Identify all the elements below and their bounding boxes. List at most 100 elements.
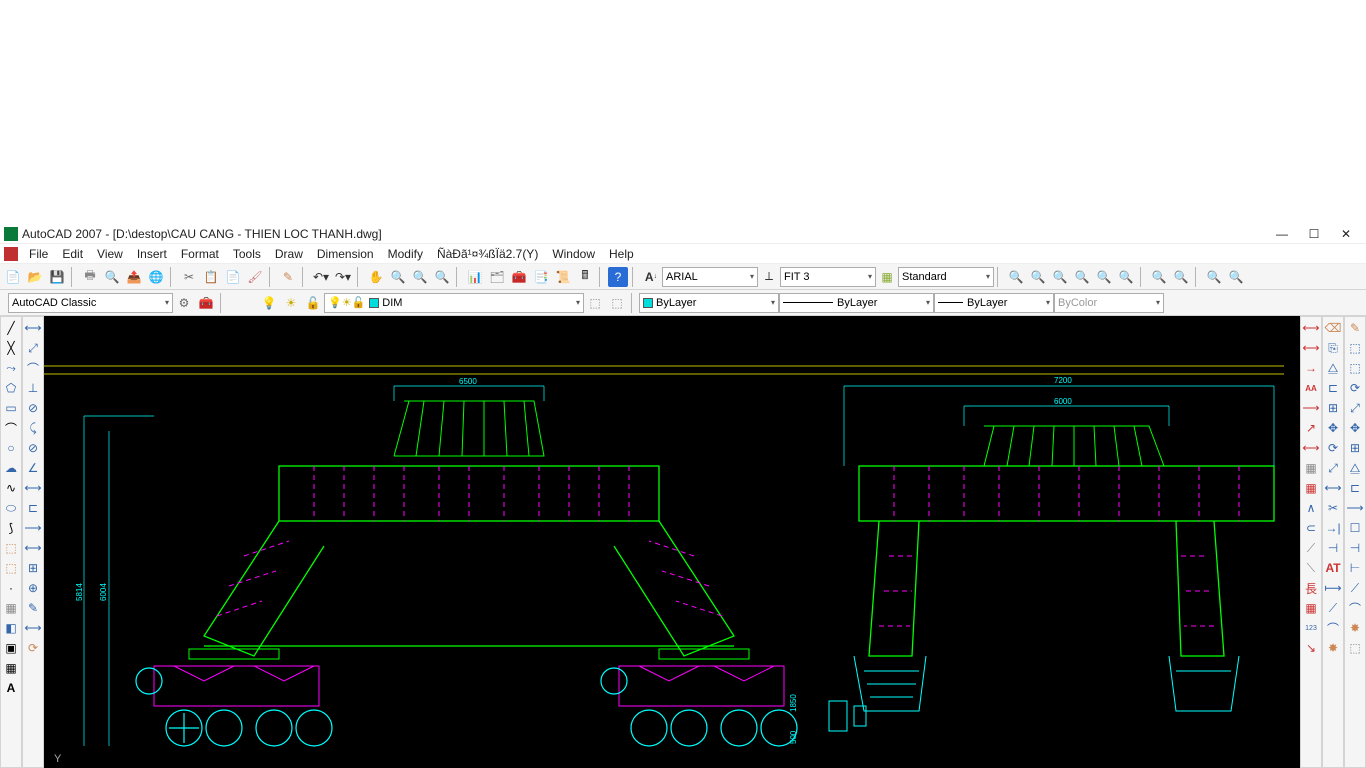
dimspace-button[interactable]: ⟷ [24,539,42,557]
preview-button[interactable]: 🔍 [102,267,122,287]
dimstyle-dropdown[interactable]: FIT 3 ▾ [780,267,876,287]
dimstyle-icon[interactable]: ⟂ [759,267,779,287]
insert-button[interactable]: ⬚ [2,539,20,557]
textstyle-icon[interactable]: A↓ [641,267,661,287]
m3-16[interactable]: ✸ [1346,619,1364,637]
m3-4[interactable]: ⟳ [1346,379,1364,397]
block-button[interactable]: ⬚ [2,559,20,577]
copy-button[interactable]: 📋 [201,267,221,287]
dim10-button[interactable]: ⟋ [1302,539,1320,557]
break-button[interactable]: ⊣ [1324,539,1342,557]
pan-button[interactable]: ✋ [366,267,386,287]
tablestyle-dropdown[interactable]: Standard ▾ [898,267,994,287]
help-button[interactable]: ? [608,267,628,287]
matchprop-button[interactable]: 🖌 [245,267,265,287]
dimh3-button[interactable]: → [1302,359,1320,377]
linetype-dropdown[interactable]: ByLayer ▾ [779,293,934,313]
tp-button[interactable]: 🧰 [509,267,529,287]
ellipse-button[interactable]: ⬭ [2,499,20,517]
point-button[interactable]: · [2,579,20,597]
save-button[interactable]: 💾 [47,267,67,287]
layer-lock-icon[interactable]: 🔓 [303,293,323,313]
extend-button[interactable]: →| [1324,519,1342,537]
mtext-button[interactable]: A [2,679,20,697]
pline-button[interactable]: ⤳ [2,359,20,377]
layermgr-button[interactable]: ⬚ [607,293,627,313]
dimedit-button[interactable]: ✎ [24,599,42,617]
plot-button[interactable]: 🖶 [80,267,100,287]
dimbase-button[interactable]: ⊏ [24,499,42,517]
dim6-button[interactable]: ↗ [1302,419,1320,437]
dim14-button[interactable]: ↘ [1302,639,1320,657]
line-button[interactable]: ╱ [2,319,20,337]
open-button[interactable]: 📂 [25,267,45,287]
markup-button[interactable]: 📜 [553,267,573,287]
centermark-button[interactable]: ⊕ [24,579,42,597]
zoomin-button[interactable]: 🔍 [1149,267,1169,287]
color-dropdown[interactable]: ByLayer ▾ [639,293,779,313]
zoomwin-button[interactable]: 🔍 [410,267,430,287]
m3-9[interactable]: ⊏ [1346,479,1364,497]
zoom2-button[interactable]: 🔍 [1028,267,1048,287]
menu-tools[interactable]: Tools [226,247,268,261]
gradient-button[interactable]: ◧ [2,619,20,637]
join-button[interactable]: ⟼ [1324,579,1342,597]
at-button[interactable]: AT [1324,559,1342,577]
menu-extra[interactable]: ÑàĐã¹¤¾ßÏä2.7(Y) [430,247,545,261]
dim13-button[interactable]: ▦ [1302,599,1320,617]
explode-button[interactable]: ✸ [1324,639,1342,657]
menu-draw[interactable]: Draw [268,247,310,261]
hatch-button[interactable]: ▦ [2,599,20,617]
m3-10[interactable]: ⟶ [1346,499,1364,517]
drawing-canvas[interactable]: 6500 7200 6000 5814 6004 1850 500 Y [44,316,1300,768]
cut-button[interactable]: ✂ [179,267,199,287]
layer-bulb-icon[interactable]: 💡 [259,293,279,313]
spline-button[interactable]: ∿ [2,479,20,497]
circle-button[interactable]: ○ [2,439,20,457]
m3-12[interactable]: ⊣ [1346,539,1364,557]
menu-format[interactable]: Format [174,247,226,261]
m3-3[interactable]: ⬚ [1346,359,1364,377]
dimaligned-button[interactable]: ⤢ [24,339,42,357]
stretch-button[interactable]: ⟷ [1324,479,1342,497]
menu-dimension[interactable]: Dimension [310,247,381,261]
paste-button[interactable]: 📄 [223,267,243,287]
chamfer-button[interactable]: ⟋ [1324,599,1342,617]
dimjog-button[interactable]: ⤹ [24,419,42,437]
lineweight-dropdown[interactable]: ByLayer ▾ [934,293,1054,313]
zoomall-button[interactable]: 🔍 [1226,267,1246,287]
zoomrt-button[interactable]: 🔍 [388,267,408,287]
calc-button[interactable]: 🖩 [575,267,595,287]
dimarclen-button[interactable]: ⌒ [24,359,42,377]
publish-button[interactable]: 📤 [124,267,144,287]
tolerance-button[interactable]: ⊞ [24,559,42,577]
revcloud-button[interactable]: ☁ [2,459,20,477]
minimize-button[interactable]: — [1266,225,1298,243]
dim7-button[interactable]: ⟷ [1302,439,1320,457]
ws-lock-button[interactable]: 🧰 [196,293,216,313]
zoom4-button[interactable]: 🔍 [1072,267,1092,287]
table-button[interactable]: ▦ [2,659,20,677]
menu-view[interactable]: View [90,247,130,261]
dimupdate-button[interactable]: ⟳ [24,639,42,657]
region-button[interactable]: ▣ [2,639,20,657]
dimtxt-button[interactable]: AA [1302,379,1320,397]
ssm-button[interactable]: 📑 [531,267,551,287]
dimord-button[interactable]: ⊥ [24,379,42,397]
dim5-button[interactable]: ⟶ [1302,399,1320,417]
m3-6[interactable]: ✥ [1346,419,1364,437]
menu-modify[interactable]: Modify [381,247,430,261]
close-button[interactable]: ✕ [1330,225,1362,243]
m3-1[interactable]: ✎ [1346,319,1364,337]
dim11-button[interactable]: ⟍ [1302,559,1320,577]
zoomext-button[interactable]: 🔍 [1204,267,1224,287]
menu-edit[interactable]: Edit [55,247,90,261]
scale-button[interactable]: ⤢ [1324,459,1342,477]
offset-button[interactable]: ⊏ [1324,379,1342,397]
arc-button[interactable]: ⌒ [2,419,20,437]
dimh2-button[interactable]: ⟷ [1302,339,1320,357]
ws-settings-button[interactable]: ⚙ [174,293,194,313]
menu-window[interactable]: Window [545,247,602,261]
m3-5[interactable]: ⤢ [1346,399,1364,417]
m3-15[interactable]: ⌒ [1346,599,1364,617]
